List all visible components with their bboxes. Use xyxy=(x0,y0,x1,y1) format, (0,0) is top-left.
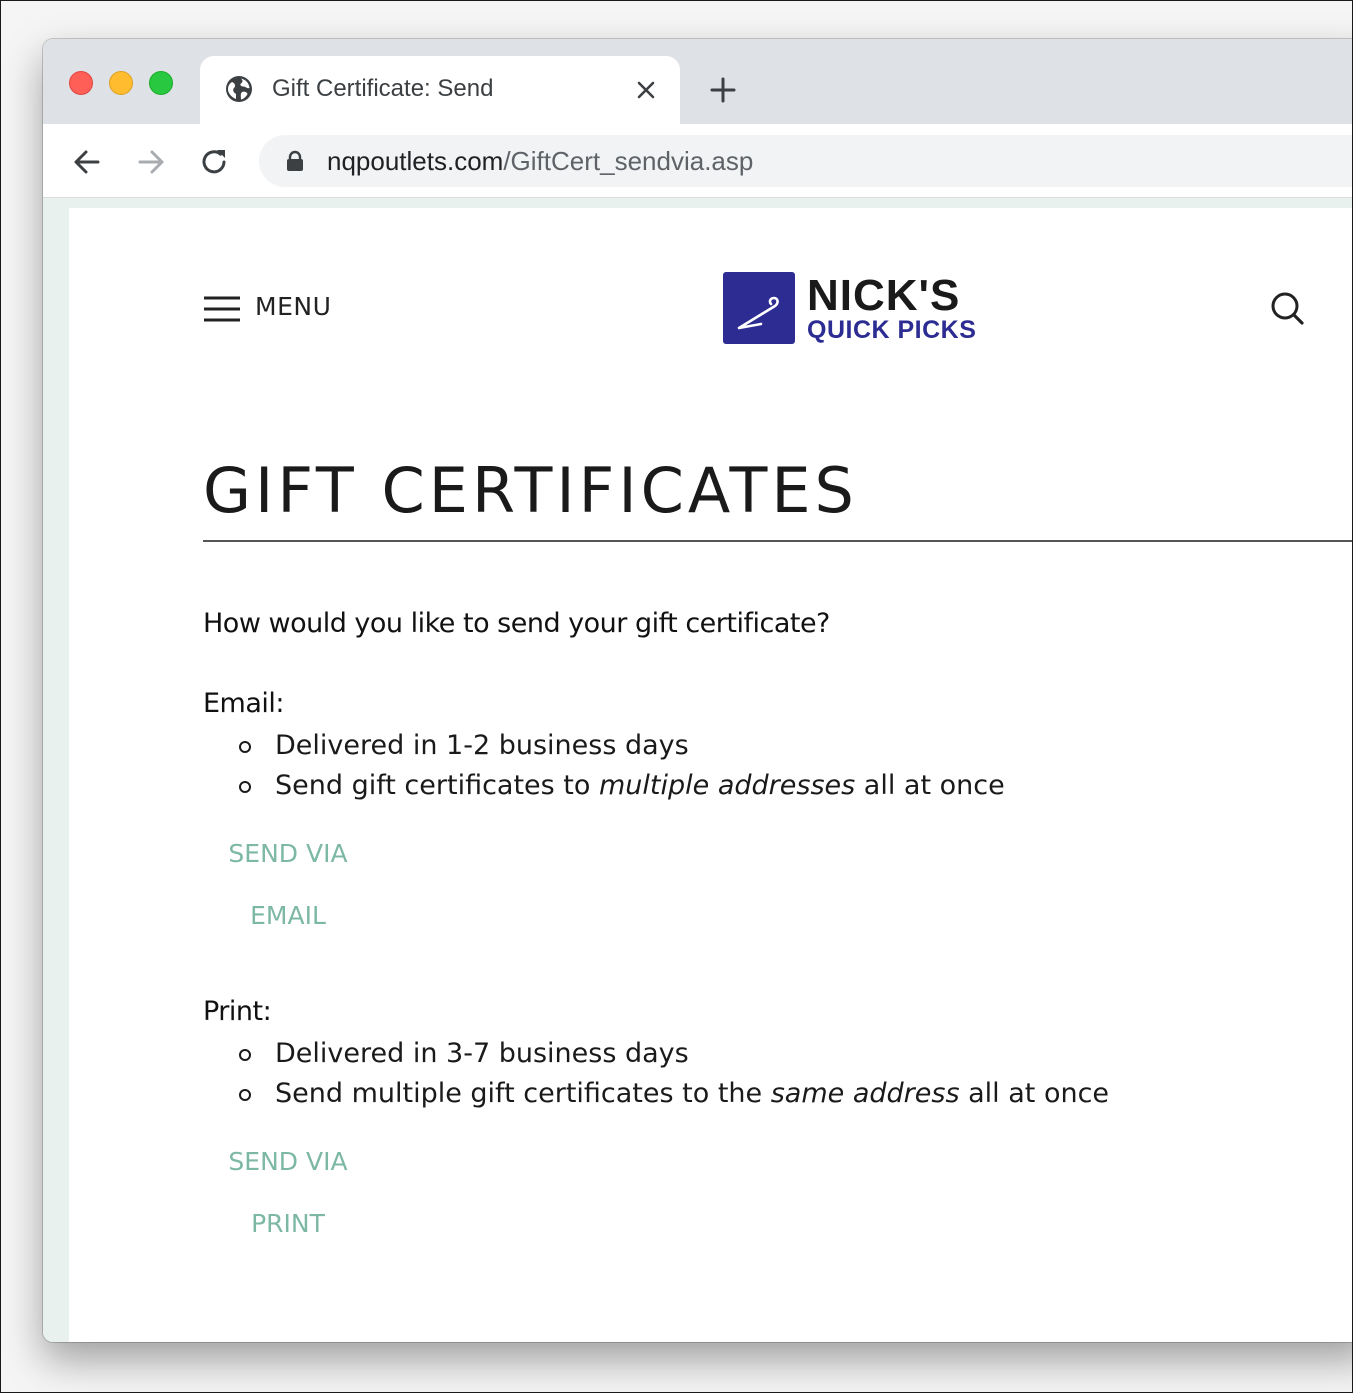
send-button-line1: SEND VIA xyxy=(228,1147,348,1176)
hanger-icon xyxy=(737,296,779,330)
close-window-button[interactable] xyxy=(69,71,93,95)
reload-icon[interactable] xyxy=(199,146,231,178)
lock-icon xyxy=(287,150,303,171)
list-item: Delivered in 1-2 business days xyxy=(239,726,1005,766)
new-tab-plus-icon[interactable] xyxy=(709,76,737,104)
bullet-text: Send multiple gift certificates to the xyxy=(275,1078,771,1109)
url-host: nqpoutlets.com xyxy=(327,146,504,176)
screenshot-frame: Gift Certificate: Send nqpoutlets.com/Gi… xyxy=(0,0,1353,1393)
email-option-bullets: Delivered in 1-2 business days Send gift… xyxy=(239,726,1005,806)
send-via-email-button[interactable]: SEND VIA EMAIL xyxy=(203,823,373,947)
bullet-text: all at once xyxy=(959,1078,1110,1109)
globe-icon xyxy=(226,76,252,102)
bullet-text: all at once xyxy=(855,770,1005,801)
bullet-circle-icon xyxy=(239,1049,251,1061)
bullet-circle-icon xyxy=(239,741,251,753)
search-icon[interactable] xyxy=(1267,288,1307,328)
browser-window: Gift Certificate: Send nqpoutlets.com/Gi… xyxy=(43,39,1352,1342)
print-option-bullets: Delivered in 3-7 business days Send mult… xyxy=(239,1034,1109,1114)
bullet-emphasis: same address xyxy=(770,1078,960,1109)
bullet-text: Delivered in 3-7 business days xyxy=(275,1038,689,1069)
email-option-label: Email: xyxy=(203,688,285,719)
send-button-line2: PRINT xyxy=(251,1209,325,1238)
back-arrow-icon[interactable] xyxy=(71,146,103,178)
hamburger-icon xyxy=(204,296,240,322)
bullet-emphasis: multiple addresses xyxy=(599,770,856,801)
tab-title: Gift Certificate: Send xyxy=(272,75,494,102)
close-icon[interactable] xyxy=(634,78,658,102)
browser-toolbar: nqpoutlets.com/GiftCert_sendvia.asp xyxy=(43,124,1352,198)
list-item: Send gift certificates to multiple addre… xyxy=(239,766,1005,806)
title-divider xyxy=(203,540,1352,542)
address-bar[interactable]: nqpoutlets.com/GiftCert_sendvia.asp xyxy=(259,135,1352,187)
minimize-window-button[interactable] xyxy=(109,71,133,95)
page-viewport: MENU NICK'S QUICK PICKS GIFT CERTIFICATE… xyxy=(43,198,1352,1342)
list-item: Delivered in 3-7 business days xyxy=(239,1034,1109,1074)
menu-label: MENU xyxy=(255,292,332,321)
logo-text-secondary: QUICK PICKS xyxy=(807,316,977,344)
page-content: MENU NICK'S QUICK PICKS GIFT CERTIFICATE… xyxy=(69,208,1352,1342)
bullet-text: Delivered in 1-2 business days xyxy=(275,730,689,761)
send-question: How would you like to send your gift cer… xyxy=(203,608,830,639)
page-title: GIFT CERTIFICATES xyxy=(203,454,858,527)
forward-arrow-icon[interactable] xyxy=(135,146,167,178)
print-option-label: Print: xyxy=(203,996,272,1027)
send-via-print-button[interactable]: SEND VIA PRINT xyxy=(203,1131,373,1255)
tab-active[interactable]: Gift Certificate: Send xyxy=(200,56,680,124)
list-item: Send multiple gift certificates to the s… xyxy=(239,1074,1109,1114)
hanger-logo-mark xyxy=(723,272,795,344)
site-logo[interactable]: NICK'S QUICK PICKS xyxy=(723,272,983,344)
send-button-line2: EMAIL xyxy=(250,901,326,930)
bullet-text: Send gift certificates to xyxy=(275,770,599,801)
zoom-window-button[interactable] xyxy=(149,71,173,95)
bullet-circle-icon xyxy=(239,1089,251,1101)
url-path: /GiftCert_sendvia.asp xyxy=(503,146,754,176)
tab-strip: Gift Certificate: Send xyxy=(43,39,1352,124)
bullet-circle-icon xyxy=(239,781,251,793)
logo-text-primary: NICK'S xyxy=(807,271,961,320)
url-text[interactable]: nqpoutlets.com/GiftCert_sendvia.asp xyxy=(327,145,753,177)
send-button-line1: SEND VIA xyxy=(228,839,348,868)
